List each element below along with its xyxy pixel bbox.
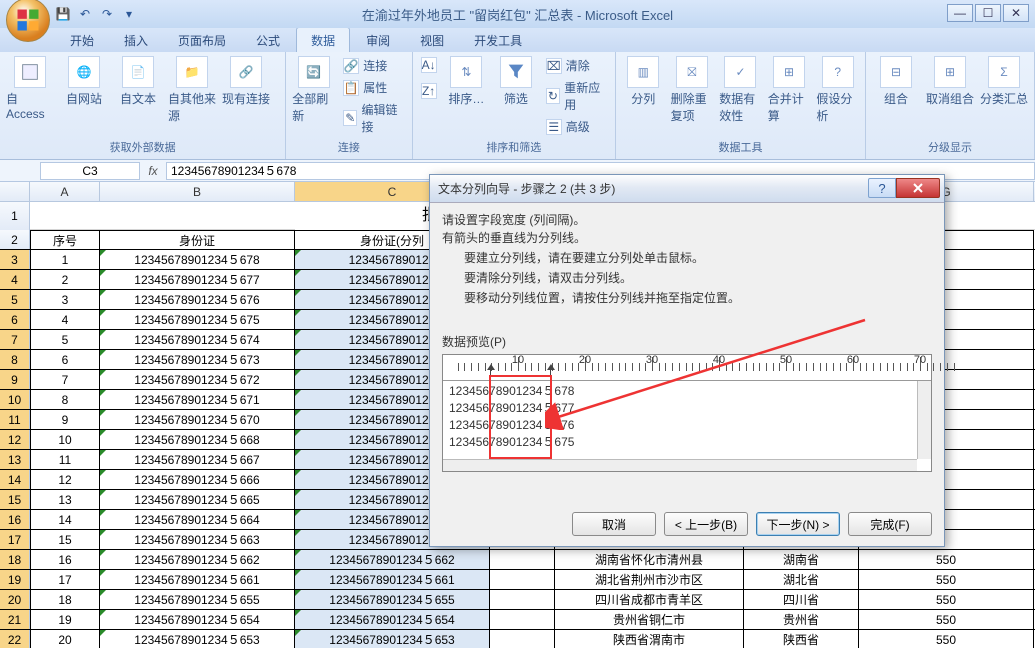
dialog-bullet-2: 要清除分列线，请双击分列线。: [442, 269, 932, 287]
next-button[interactable]: 下一步(N) >: [756, 512, 840, 536]
properties-button[interactable]: 📋属性: [341, 78, 405, 97]
group-sortfilter-label: 排序和筛选: [419, 137, 609, 157]
connections-button[interactable]: 🔗连接: [341, 56, 405, 75]
table-row[interactable]: 19 17 12345678901234５661 12345678901234５…: [0, 570, 1035, 590]
from-other-button[interactable]: 📁自其他来源: [168, 56, 216, 124]
text-to-columns-button[interactable]: ▥分列: [622, 56, 665, 107]
preview-area[interactable]: 10203040506070 12345678901234５6781234567…: [442, 354, 932, 472]
advanced-filter-button[interactable]: ☰高级: [544, 117, 609, 136]
subtotal-button[interactable]: Σ分类汇总: [980, 56, 1028, 107]
preview-label: 数据预览(P): [442, 333, 932, 350]
sort-asc-button[interactable]: A↓: [419, 56, 439, 74]
undo-icon[interactable]: ↶: [77, 6, 93, 22]
preview-scrollbar-h[interactable]: [443, 459, 917, 471]
dialog-titlebar[interactable]: 文本分列向导 - 步骤之 2 (共 3 步) ?: [430, 175, 944, 203]
from-web-button[interactable]: 🌐自网站: [60, 56, 108, 107]
refresh-all-button[interactable]: 🔄全部刷新: [292, 56, 335, 124]
qat-more-icon[interactable]: ▾: [121, 6, 137, 22]
consolidate-button[interactable]: ⊞合并计算: [768, 56, 811, 124]
col-A-header[interactable]: A: [30, 182, 100, 201]
close-button[interactable]: ✕: [1003, 4, 1029, 22]
table-row[interactable]: 21 19 12345678901234５654 12345678901234５…: [0, 610, 1035, 630]
table-row[interactable]: 18 16 12345678901234５662 12345678901234５…: [0, 550, 1035, 570]
edit-links-button[interactable]: ✎编辑链接: [341, 100, 405, 136]
annotation-highlight: [489, 375, 552, 459]
office-button[interactable]: [6, 0, 50, 42]
tab-view[interactable]: 视图: [406, 28, 458, 52]
clear-filter-button[interactable]: ⌧清除: [544, 56, 609, 75]
tab-developer[interactable]: 开发工具: [460, 28, 536, 52]
dialog-title: 文本分列向导 - 步骤之 2 (共 3 步): [438, 180, 615, 197]
sort-button[interactable]: ⇅排序…: [445, 56, 489, 107]
reapply-button[interactable]: ↻重新应用: [544, 78, 609, 114]
tab-review[interactable]: 审阅: [352, 28, 404, 52]
group-connections-label: 连接: [292, 137, 405, 157]
select-all-corner[interactable]: [0, 182, 30, 201]
window-title: 在渝过年外地员工 "留岗红包" 汇总表 - Microsoft Excel: [362, 5, 673, 24]
dialog-help-button[interactable]: ?: [868, 178, 896, 198]
save-icon[interactable]: 💾: [55, 6, 71, 22]
dialog-bullet-1: 要建立分列线，请在要建立分列处单击鼠标。: [442, 249, 932, 267]
text-to-columns-dialog: 文本分列向导 - 步骤之 2 (共 3 步) ? 请设置字段宽度 (列间隔)。 …: [429, 174, 945, 547]
back-button[interactable]: < 上一步(B): [664, 512, 748, 536]
table-row[interactable]: 20 18 12345678901234５655 12345678901234５…: [0, 590, 1035, 610]
remove-dup-button[interactable]: ⛝删除重复项: [671, 56, 714, 124]
sort-desc-button[interactable]: Z↑: [419, 82, 439, 100]
tab-data[interactable]: 数据: [296, 27, 350, 52]
ribbon-tabs: 开始 插入 页面布局 公式 数据 审阅 视图 开发工具: [0, 28, 1035, 52]
dialog-instruction-1: 请设置字段宽度 (列间隔)。: [442, 211, 932, 229]
name-box[interactable]: C3: [40, 162, 140, 180]
preview-scrollbar-v[interactable]: [917, 381, 931, 459]
dialog-instruction-2: 有箭头的垂直线为分列线。: [442, 229, 932, 247]
titlebar: 💾 ↶ ↷ ▾ 在渝过年外地员工 "留岗红包" 汇总表 - Microsoft …: [0, 0, 1035, 28]
dialog-close-button[interactable]: [896, 178, 940, 198]
group-outline-label: 分级显示: [872, 137, 1028, 157]
existing-conn-button[interactable]: 🔗现有连接: [222, 56, 270, 107]
tab-home[interactable]: 开始: [56, 28, 108, 52]
filter-button[interactable]: 筛选: [494, 56, 538, 107]
fx-icon[interactable]: fx: [140, 164, 166, 178]
quick-access-toolbar: 💾 ↶ ↷ ▾: [55, 6, 137, 22]
cancel-button[interactable]: 取消: [572, 512, 656, 536]
finish-button[interactable]: 完成(F): [848, 512, 932, 536]
tab-pagelayout[interactable]: 页面布局: [164, 28, 240, 52]
whatif-button[interactable]: ?假设分析: [816, 56, 859, 124]
data-validation-button[interactable]: ✓数据有效性: [719, 56, 762, 124]
from-text-button[interactable]: 📄自文本: [114, 56, 162, 107]
tab-formulas[interactable]: 公式: [242, 28, 294, 52]
ribbon: 自 Access 🌐自网站 📄自文本 📁自其他来源 🔗现有连接 获取外部数据 🔄…: [0, 52, 1035, 160]
dialog-bullet-3: 要移动分列线位置，请按住分列线并拖至指定位置。: [442, 289, 932, 307]
group-button[interactable]: ⊟组合: [872, 56, 920, 107]
redo-icon[interactable]: ↷: [99, 6, 115, 22]
group-getdata-label: 获取外部数据: [6, 137, 279, 157]
maximize-button[interactable]: ☐: [975, 4, 1001, 22]
col-B-header[interactable]: B: [100, 182, 295, 201]
minimize-button[interactable]: —: [947, 4, 973, 22]
from-access-button[interactable]: 自 Access: [6, 56, 54, 121]
tab-insert[interactable]: 插入: [110, 28, 162, 52]
group-datatools-label: 数据工具: [622, 137, 859, 157]
ungroup-button[interactable]: ⊞取消组合: [926, 56, 974, 107]
table-row[interactable]: 22 20 12345678901234５653 12345678901234５…: [0, 630, 1035, 648]
